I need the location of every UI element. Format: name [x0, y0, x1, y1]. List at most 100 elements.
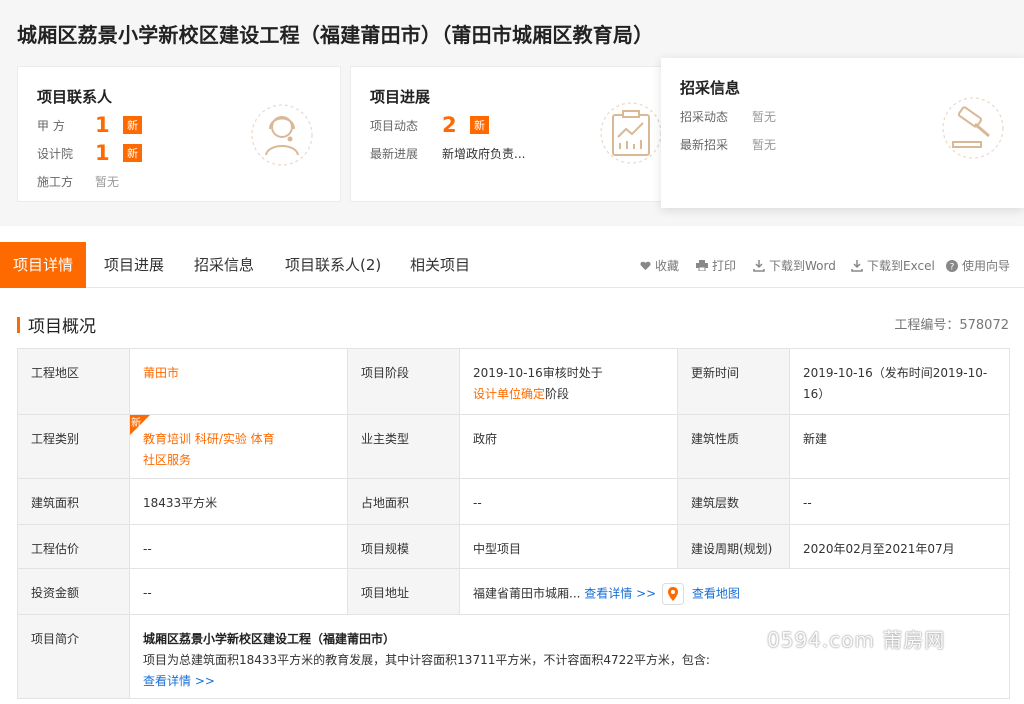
- progress-row-latest[interactable]: 最新进展 新增政府负责...: [370, 145, 525, 162]
- svg-text:?: ?: [950, 262, 955, 272]
- region-value: 莆田市: [129, 348, 348, 415]
- new-badge: 新: [123, 116, 142, 134]
- heart-icon: [640, 261, 651, 270]
- map-pin-icon[interactable]: [662, 583, 685, 605]
- gavel-icon: [942, 97, 1004, 159]
- project-code: 工程编号：578072: [894, 318, 1009, 333]
- address-text: 福建省莆田市城厢...: [473, 586, 581, 601]
- download-word-button[interactable]: 下载到Word: [753, 257, 836, 274]
- progress-card-title: 项目进展: [370, 88, 431, 106]
- table-key: 建筑面积: [17, 478, 130, 525]
- customer-service-icon: [251, 104, 313, 166]
- build-area-value: 18433平方米: [129, 478, 348, 525]
- download-excel-label: 下载到Excel: [867, 259, 935, 273]
- header-area: 城厢区荔景小学新校区建设工程（福建莆田市）（莆田市城厢区教育局） 项目联系人 甲…: [0, 0, 1024, 226]
- table-key: 工程类别: [17, 414, 130, 479]
- build-nature-value: 新建: [789, 414, 1010, 479]
- contacts-card-title: 项目联系人: [37, 88, 113, 106]
- table-key: 项目阶段: [347, 348, 460, 415]
- owner-label: 甲 方: [37, 118, 65, 133]
- period-value: 2020年02月至2021年07月: [789, 524, 1010, 569]
- table-key: 项目地址: [347, 568, 460, 615]
- table-key: 建设周期(规划): [677, 524, 790, 569]
- owner-count[interactable]: 1: [95, 113, 119, 137]
- region-link[interactable]: 莆田市: [143, 366, 179, 380]
- table-key: 项目简介: [17, 614, 130, 699]
- procurement-updates-value: 暂无: [752, 110, 777, 124]
- land-area-value: --: [459, 478, 678, 525]
- table-key: 业主类型: [347, 414, 460, 479]
- progress-card[interactable]: 项目进展 项目动态 2 新 最新进展 新增政府负责...: [350, 66, 670, 202]
- floors-value: --: [789, 478, 1010, 525]
- help-icon: ?: [946, 259, 958, 272]
- chart-board-icon: [600, 102, 662, 164]
- stage-text: 2019-10-16审核时处于: [473, 366, 603, 380]
- section-accent-bar: [17, 316, 20, 333]
- category-value: 新 教育培训 科研/实验 体育 社区服务: [129, 414, 348, 479]
- design-count[interactable]: 1: [95, 141, 119, 165]
- new-corner-label: 新: [131, 418, 141, 429]
- summary-detail-link[interactable]: 查看详情 >>: [143, 671, 996, 692]
- table-row: 工程估价 -- 项目规模 中型项目 建设周期(规划) 2020年02月至2021…: [17, 524, 1010, 569]
- summary-text: 项目为总建筑面积18433平方米的教育发展，其中计容面积13711平方米，不计容…: [143, 653, 710, 667]
- address-value: 福建省莆田市城厢... 查看详情 >> 查看地图: [459, 568, 1010, 615]
- latest-label: 最新进展: [370, 147, 419, 161]
- procurement-updates-label: 招采动态: [680, 110, 729, 124]
- section-title: 项目概况: [28, 317, 96, 337]
- builder-value: 暂无: [95, 175, 120, 189]
- table-key: 更新时间: [677, 348, 790, 415]
- print-label: 打印: [712, 259, 737, 273]
- category-line-2[interactable]: 社区服务: [143, 453, 191, 467]
- download-icon: [753, 259, 765, 272]
- owner-type-value: 政府: [459, 414, 678, 479]
- tab-related-projects[interactable]: 相关项目: [410, 242, 470, 288]
- contact-row-owner[interactable]: 甲 方 1 新: [37, 113, 142, 137]
- investment-value: --: [129, 568, 348, 615]
- table-key: 建筑性质: [677, 414, 790, 479]
- table-key: 投资金额: [17, 568, 130, 615]
- favorite-button[interactable]: 收藏: [640, 257, 679, 274]
- new-badge: 新: [470, 116, 489, 134]
- progress-row-updates[interactable]: 项目动态 2 新: [370, 113, 489, 137]
- tab-project-progress[interactable]: 项目进展: [104, 242, 164, 288]
- stage-value: 2019-10-16审核时处于 设计单位确定阶段: [459, 348, 678, 415]
- section-header: 项目概况: [17, 312, 96, 337]
- procurement-card[interactable]: 招采信息 招采动态 暂无 最新招采 暂无: [661, 58, 1024, 208]
- table-key: 项目规模: [347, 524, 460, 569]
- print-icon: [696, 260, 708, 271]
- stage-suffix: 阶段: [545, 387, 570, 401]
- table-row: 投资金额 -- 项目地址 福建省莆田市城厢... 查看详情 >> 查看地图: [17, 568, 1010, 615]
- tab-contacts[interactable]: 项目联系人(2): [285, 242, 381, 288]
- download-word-label: 下载到Word: [769, 259, 836, 273]
- procurement-latest-label: 最新招采: [680, 138, 729, 152]
- contact-row-builder: 施工方 暂无: [37, 173, 119, 190]
- stage-highlight: 设计单位确定: [473, 387, 546, 401]
- table-row: 工程类别 新 教育培训 科研/实验 体育 社区服务 业主类型 政府 建筑性质 新…: [17, 414, 1010, 479]
- table-key: 工程地区: [17, 348, 130, 415]
- table-key: 建筑层数: [677, 478, 790, 525]
- favorite-label: 收藏: [655, 259, 680, 273]
- updates-count[interactable]: 2: [442, 113, 466, 137]
- tab-bar: 项目详情 项目进展 招采信息 项目联系人(2) 相关项目 收藏 打印 下载到Wo…: [0, 242, 1024, 288]
- address-detail-link[interactable]: 查看详情 >>: [584, 587, 656, 601]
- guide-button[interactable]: ? 使用向导: [946, 257, 1010, 274]
- category-line-1[interactable]: 教育培训 科研/实验 体育: [143, 432, 275, 446]
- procurement-row-latest: 最新招采 暂无: [680, 136, 776, 153]
- updates-label: 项目动态: [370, 118, 419, 133]
- scale-value: 中型项目: [459, 524, 678, 569]
- builder-label: 施工方: [37, 175, 74, 189]
- latest-value[interactable]: 新增政府负责...: [442, 145, 525, 162]
- tab-project-details[interactable]: 项目详情: [0, 242, 87, 288]
- update-time-value: 2019-10-16（发布时间2019-10-16）: [789, 348, 1010, 415]
- view-map-link[interactable]: 查看地图: [692, 587, 740, 601]
- download-excel-button[interactable]: 下载到Excel: [851, 257, 935, 274]
- table-row: 工程地区 莆田市 项目阶段 2019-10-16审核时处于 设计单位确定阶段 更…: [17, 348, 1010, 415]
- watermark: 0594.com 莆房网: [767, 628, 946, 652]
- contact-row-design[interactable]: 设计院 1 新: [37, 141, 142, 165]
- contacts-card[interactable]: 项目联系人 甲 方 1 新 设计院 1 新 施工方 暂无: [17, 66, 341, 202]
- print-button[interactable]: 打印: [696, 257, 736, 274]
- download-icon: [851, 259, 863, 272]
- tab-procurement[interactable]: 招采信息: [194, 242, 254, 288]
- table-key: 占地面积: [347, 478, 460, 525]
- page-title: 城厢区荔景小学新校区建设工程（福建莆田市）（莆田市城厢区教育局）: [17, 23, 654, 47]
